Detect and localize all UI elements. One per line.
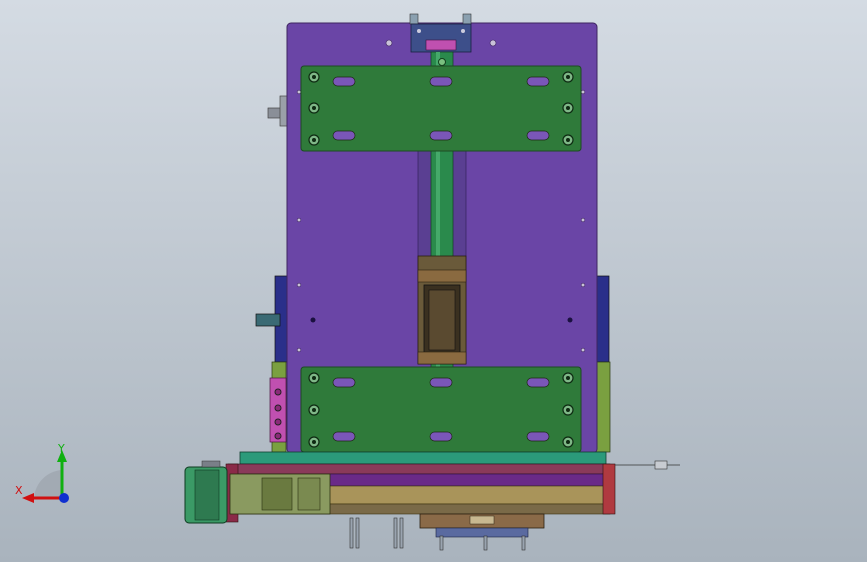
upper-mounting-plate[interactable]	[300, 65, 582, 152]
axis-x-label: X	[15, 484, 23, 497]
base-slider-block[interactable]	[419, 513, 545, 538]
main-plate-hole	[310, 317, 316, 323]
axis-y-label: Y	[58, 442, 65, 455]
main-plate-hole	[567, 317, 573, 323]
right-side-bracket	[595, 275, 611, 453]
slider-carriage[interactable]	[417, 255, 467, 365]
model-canvas[interactable]	[0, 0, 867, 562]
coordinate-triad-icon: X Y	[12, 440, 82, 510]
lower-mounting-plate[interactable]	[300, 366, 582, 453]
cad-viewport[interactable]: X Y	[0, 0, 867, 562]
rod-end-hole	[438, 58, 446, 66]
